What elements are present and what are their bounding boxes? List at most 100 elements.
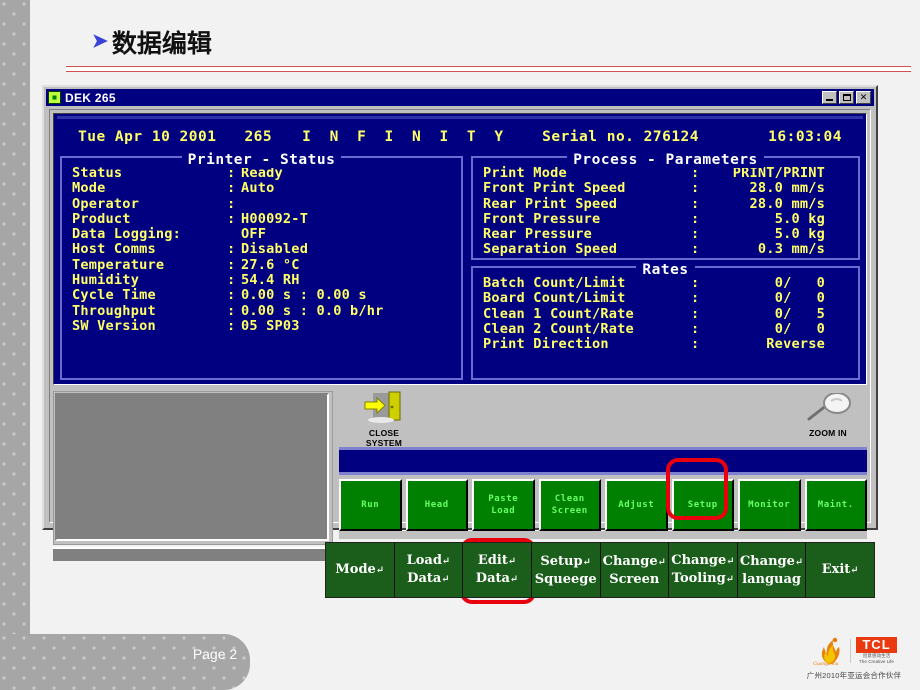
close-icon: ✕ bbox=[859, 92, 868, 102]
data-row: Temperature:27.6 °C bbox=[72, 257, 461, 273]
process-parameters-rows: Print Mode: PRINT/PRINT Front Print Speed:… bbox=[473, 158, 858, 258]
paragraph-mark-icon: ↵ bbox=[509, 574, 519, 585]
menu-button-label-line2: Data↵ bbox=[475, 571, 519, 586]
data-row-value: 5.0 kg bbox=[774, 210, 825, 227]
data-row-value: 0/ 5 bbox=[774, 305, 825, 322]
maximize-button[interactable] bbox=[839, 91, 854, 104]
data-row-value: Reverse bbox=[766, 336, 825, 353]
menu-button-edit-data[interactable]: Edit↵ Data↵ bbox=[463, 543, 532, 597]
work-area: CLOSE SYSTEM ZOOM IN Run Head Paste Load Cle… bbox=[53, 389, 867, 561]
window-title: DEK 265 bbox=[65, 90, 116, 105]
data-row-separator: : bbox=[227, 210, 236, 227]
sponsor-logo: Guangzhou TCL 创意感动生活 The Creative Life 广… bbox=[795, 634, 913, 684]
function-button-label: Monitor bbox=[748, 500, 791, 510]
status-date: Tue Apr 10 2001 bbox=[78, 129, 217, 145]
menu-button-label-line1: Load↵ bbox=[406, 553, 451, 568]
data-row-value: 0.3 mm/s bbox=[757, 241, 825, 258]
function-button-row-base bbox=[339, 531, 867, 539]
menu-button-label-line2: languag bbox=[742, 571, 801, 587]
data-row-key: Clean 2 Count/Rate bbox=[483, 320, 634, 337]
data-row: Batch Count/Limit: 0/ 0 bbox=[483, 275, 858, 291]
minimize-button[interactable] bbox=[822, 91, 837, 104]
close-system-icon bbox=[364, 391, 401, 423]
data-row-value: 0/ 0 bbox=[774, 290, 825, 307]
menu-button-change-languag[interactable]: Change↵ languag bbox=[738, 543, 807, 597]
status-brand: I N F I N I T Y bbox=[302, 129, 509, 145]
board-preview-canvas[interactable] bbox=[55, 393, 329, 541]
data-row: Status: Ready bbox=[72, 165, 461, 181]
data-row-value: Disabled bbox=[241, 241, 309, 258]
data-row-key: Separation Speed bbox=[483, 241, 618, 258]
paragraph-mark-icon: ↵ bbox=[375, 565, 385, 576]
data-row: Host Comms: Disabled bbox=[72, 241, 461, 258]
close-system-tool[interactable]: CLOSE SYSTEM bbox=[349, 391, 419, 448]
menu-button-change-tooling[interactable]: Change↵ Tooling↵ bbox=[669, 543, 738, 597]
data-row-key: Board Count/Limit bbox=[483, 290, 626, 307]
menu-button-label-line2: Data↵ bbox=[407, 571, 450, 586]
function-button-clean[interactable]: Clean Screen bbox=[538, 479, 601, 531]
process-parameters-panel: Process - Parameters Print Mode: PRINT/PR… bbox=[471, 152, 860, 260]
slide-left-decoration-strip bbox=[0, 0, 30, 690]
menu-button-label-line1: Edit↵ bbox=[477, 553, 517, 568]
window-titlebar[interactable]: DEK 265 ✕ bbox=[46, 89, 874, 106]
menu-button-setup-squeege[interactable]: Setup↵ Squeege bbox=[532, 543, 601, 597]
status-model: 265 bbox=[244, 129, 273, 145]
function-button-adjust[interactable]: Adjust bbox=[605, 479, 668, 531]
data-row: Throughput:0.00 s : 0.0 b/hr bbox=[72, 303, 461, 319]
data-row-key: Rear Pressure bbox=[483, 226, 592, 243]
rates-panel: Rates Batch Count/Limit:0/ 0 Board Count/… bbox=[471, 262, 860, 380]
status-serial: Serial no. 276124 bbox=[542, 129, 700, 145]
tool-zone: CLOSE SYSTEM ZOOM IN Run Head Paste Load Cle… bbox=[339, 389, 867, 539]
page-number: Page 2 bbox=[192, 646, 238, 662]
rates-rows: Batch Count/Limit:0/ 0 Board Count/Limit:… bbox=[473, 268, 858, 352]
function-button-label: Setup bbox=[687, 500, 718, 510]
function-button-paste[interactable]: Paste Load bbox=[472, 479, 535, 531]
function-button-row: Run Head Paste Load Clean Screen Adjust Setup Mo… bbox=[339, 479, 867, 531]
function-button-label-line2: Screen bbox=[551, 506, 588, 516]
function-button-label: Maint. bbox=[817, 500, 854, 510]
data-row-separator: : bbox=[227, 180, 236, 197]
menu-button-label-line2: Screen bbox=[609, 571, 660, 587]
close-button[interactable]: ✕ bbox=[856, 91, 871, 104]
menu-button-label-line1: Change↵ bbox=[671, 553, 735, 568]
data-row-separator: : bbox=[691, 210, 700, 227]
menu-button-label-line1: Change↵ bbox=[739, 553, 804, 569]
menu-button-change-screen[interactable]: Change↵ Screen bbox=[601, 543, 670, 597]
close-system-label-line1: CLOSE bbox=[368, 428, 400, 438]
function-button-setup[interactable]: Setup bbox=[671, 479, 734, 531]
data-row-key: Humidity bbox=[72, 272, 140, 289]
paragraph-mark-icon: ↵ bbox=[507, 556, 517, 567]
data-row-key: Front Pressure bbox=[483, 210, 601, 227]
process-parameters-panel-title: Process - Parameters bbox=[473, 149, 858, 168]
data-row-key: Product bbox=[72, 210, 131, 227]
terminal-right-column: Process - Parameters Print Mode: PRINT/PR… bbox=[471, 152, 860, 380]
menu-button-exit[interactable]: Exit↵ bbox=[806, 543, 874, 597]
data-row-separator: : bbox=[227, 195, 236, 212]
data-row-key: Front Print Speed bbox=[483, 180, 626, 197]
maximize-icon bbox=[842, 94, 851, 101]
zoom-in-label: ZOOM IN bbox=[809, 428, 847, 438]
paragraph-mark-icon: ↵ bbox=[582, 556, 591, 568]
tcl-logo: TCL 创意感动生活 The Creative Life bbox=[856, 637, 897, 665]
data-row: Rear Print Speed: 28.0 mm/s bbox=[483, 195, 858, 212]
menu-button-label-line2: Tooling↵ bbox=[671, 571, 735, 586]
menu-button-load-data[interactable]: Load↵ Data↵ bbox=[395, 543, 464, 597]
function-button-run[interactable]: Run bbox=[339, 479, 402, 531]
mascot-word: Guangzhou bbox=[813, 661, 839, 666]
menu-button-label-line1: Setup↵ bbox=[540, 553, 591, 569]
data-row-separator: : bbox=[691, 180, 700, 197]
paragraph-mark-icon: ↵ bbox=[725, 574, 735, 585]
function-button-monitor[interactable]: Monitor bbox=[738, 479, 801, 531]
message-bar bbox=[339, 447, 867, 475]
data-row-key: Cycle Time bbox=[72, 287, 156, 304]
data-row: Front Pressure: 5.0 kg bbox=[483, 210, 858, 227]
function-button-maint[interactable]: Maint. bbox=[804, 479, 867, 531]
function-button-head[interactable]: Head bbox=[405, 479, 468, 531]
zoom-in-tool[interactable]: ZOOM IN bbox=[793, 392, 863, 438]
data-row-key: Data Logging: bbox=[72, 226, 181, 243]
tcl-brand: TCL bbox=[856, 637, 897, 653]
data-row-key: Rear Print Speed bbox=[483, 195, 618, 212]
menu-button-label-line2: Squeege bbox=[534, 571, 597, 587]
paragraph-mark-icon: ↵ bbox=[726, 556, 735, 567]
menu-button-mode[interactable]: Mode↵ bbox=[326, 543, 395, 597]
